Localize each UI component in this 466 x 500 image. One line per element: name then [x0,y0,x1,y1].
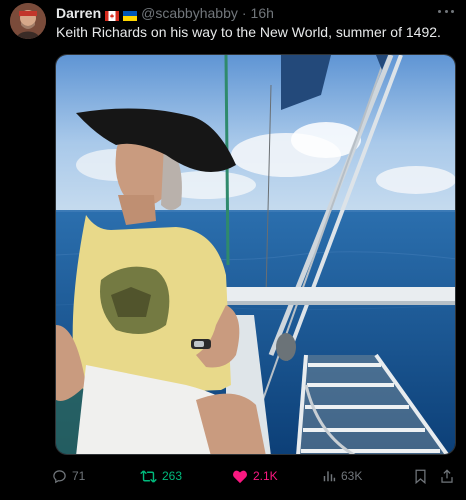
tweet-actions: 71 263 2.1K 63K [52,466,456,486]
like-count: 2.1K [253,469,278,483]
canada-flag-icon [105,8,120,21]
repost-count: 263 [162,469,183,483]
like-button[interactable]: 2.1K [232,466,278,486]
tweet-header: Darren @scabbyhabby · 16h [56,4,274,22]
views-button[interactable]: 63K [322,466,362,486]
views-icon [323,471,336,482]
author-handle[interactable]: @scabbyhabby [141,5,238,21]
bookmark-button[interactable] [414,466,432,486]
bookmark-icon [415,469,426,484]
ukraine-flag-icon [123,8,138,21]
reply-icon [53,469,66,483]
share-button[interactable] [440,466,459,486]
tweet-text: Keith Richards on his way to the New Wor… [56,24,441,40]
share-icon [441,468,453,483]
tweet-photo[interactable] [55,54,456,455]
avatar[interactable] [10,3,46,39]
tweet: Darren @scabbyhabby · 16h Keith Richards… [0,0,466,500]
like-icon [233,470,247,483]
more-icon[interactable] [438,6,454,16]
reply-count: 71 [72,469,86,483]
timestamp[interactable]: 16h [251,5,274,21]
author-name[interactable]: Darren [56,5,101,21]
views-count: 63K [341,469,363,483]
separator-dot: · [241,5,247,21]
reply-button[interactable]: 71 [52,466,85,486]
repost-icon [140,469,157,483]
repost-button[interactable]: 263 [140,466,182,486]
